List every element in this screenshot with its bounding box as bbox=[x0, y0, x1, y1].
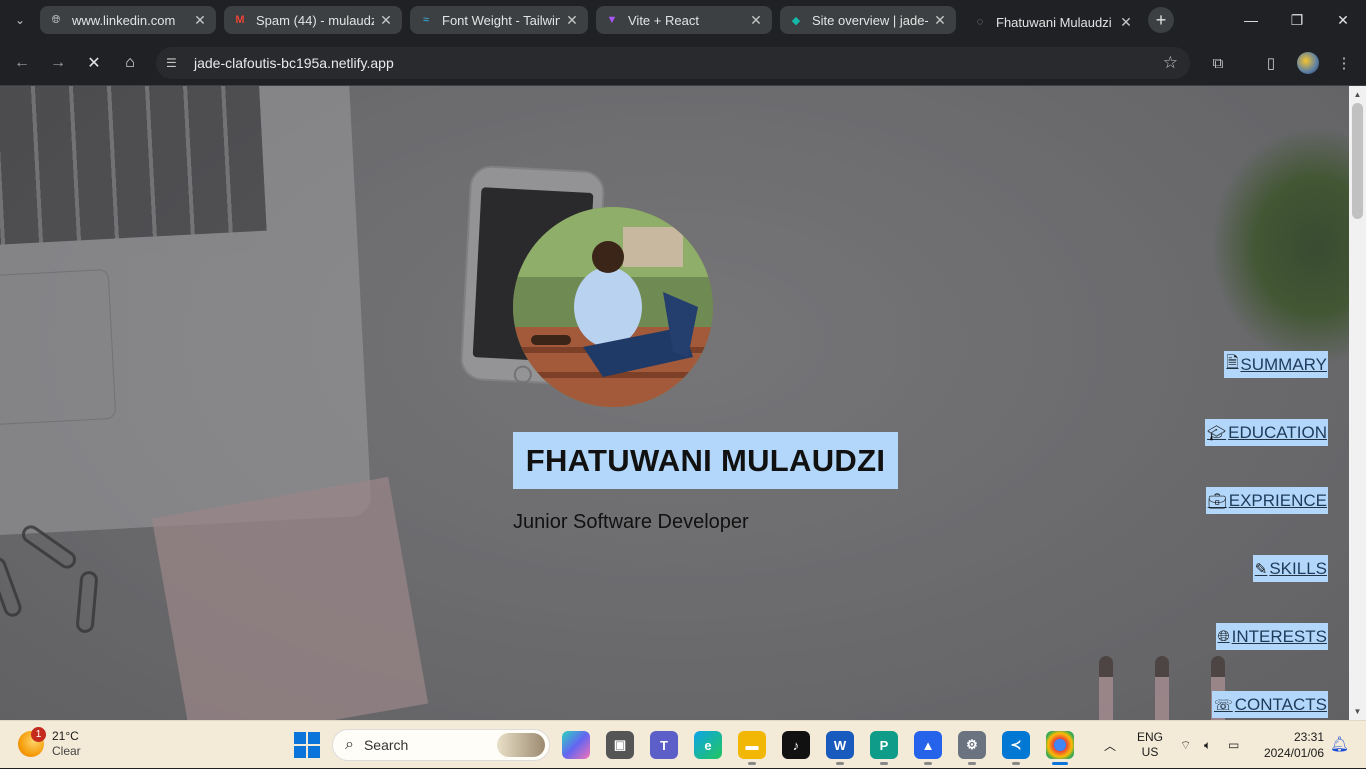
copilot-icon[interactable] bbox=[562, 731, 590, 759]
app-icon[interactable]: P bbox=[870, 731, 898, 765]
nav-link-interests[interactable]: 🌐︎ INTERESTS bbox=[1215, 623, 1328, 650]
browser-toolbar: ← → ✕ ⌂ ☰ jade-clafoutis-bc195a.netlify.… bbox=[0, 40, 1366, 86]
browser-chrome: ⌄ 🌐︎ www.linkedin.com ✕ M Spam (44) - mu… bbox=[0, 0, 1366, 86]
start-button[interactable] bbox=[294, 732, 320, 758]
tab-linkedin[interactable]: 🌐︎ www.linkedin.com ✕ bbox=[40, 6, 216, 34]
notification-badge: 1 bbox=[31, 727, 46, 742]
close-icon[interactable]: ✕ bbox=[564, 12, 580, 29]
profile-photo bbox=[513, 207, 713, 407]
background-desk-image bbox=[0, 86, 1349, 720]
document-icon: 🗎 bbox=[1226, 354, 1239, 371]
globe-icon: 🌐︎ bbox=[51, 13, 61, 26]
file-explorer-icon[interactable]: ▬ bbox=[738, 731, 766, 765]
close-icon[interactable]: ✕ bbox=[192, 12, 208, 29]
clock[interactable]: 23:31 2024/01/06 bbox=[1256, 729, 1324, 761]
edge-icon[interactable]: e bbox=[694, 731, 722, 759]
close-icon[interactable]: ✕ bbox=[1118, 14, 1134, 31]
notifications-bell-icon[interactable]: 🔔︎ bbox=[1330, 735, 1349, 753]
url-text: jade-clafoutis-bc195a.netlify.app bbox=[194, 55, 394, 71]
windows-taskbar: 1 21°C Clear ⌕ Search ▣ T e ▬ ♪ W P ▲ ⚙ … bbox=[0, 720, 1366, 768]
stop-loading-button[interactable]: ✕ bbox=[81, 50, 107, 76]
task-view-icon[interactable]: ▣ bbox=[606, 731, 634, 759]
page-viewport: FHATUWANI MULAUDZI Junior Software Devel… bbox=[0, 86, 1349, 720]
battery-icon[interactable]: ▭ bbox=[1228, 721, 1239, 769]
page-scrollbar[interactable]: ▲ ▼ bbox=[1349, 86, 1366, 720]
nav-link-skills[interactable]: ✎ SKILLS bbox=[1252, 555, 1328, 582]
vscode-icon[interactable]: ≺ bbox=[1002, 731, 1030, 765]
clock-time: 23:31 bbox=[1293, 730, 1324, 744]
globe-icon: 🌐︎ bbox=[1217, 628, 1230, 645]
new-tab-button[interactable]: + bbox=[1148, 7, 1174, 33]
job-title: Junior Software Developer bbox=[513, 511, 749, 533]
bookmark-star-icon[interactable]: ☆ bbox=[1163, 53, 1178, 73]
nav-link-experience[interactable]: 💼︎ EXPRIENCE bbox=[1205, 487, 1328, 514]
weather-sun-icon: 1 bbox=[18, 727, 46, 757]
tray-overflow-icon[interactable]: ︿ bbox=[1104, 721, 1116, 769]
tab-title: Site overview | jade-c bbox=[812, 12, 928, 28]
page-title: FHATUWANI MULAUDZI bbox=[525, 442, 886, 478]
tab-title: www.linkedin.com bbox=[72, 12, 176, 28]
tools-icon: ✎ bbox=[1254, 560, 1268, 578]
scrollbar-thumb[interactable] bbox=[1352, 103, 1363, 219]
tab-strip: ⌄ 🌐︎ www.linkedin.com ✕ M Spam (44) - mu… bbox=[0, 0, 1366, 40]
weather-widget[interactable]: 1 21°C Clear bbox=[18, 727, 81, 759]
settings-icon[interactable]: ⚙ bbox=[958, 731, 986, 765]
restore-button[interactable]: ❐ bbox=[1282, 8, 1312, 32]
tab-title: Font Weight - Tailwind bbox=[442, 12, 560, 28]
tiktok-icon[interactable]: ♪ bbox=[782, 731, 810, 759]
loading-icon: ◌ bbox=[976, 16, 984, 28]
close-icon[interactable]: ✕ bbox=[748, 12, 764, 29]
taskbar-search[interactable]: ⌕ Search bbox=[332, 729, 550, 761]
tab-title: Spam (44) - mulaudzi bbox=[256, 12, 374, 28]
nav-link-contacts[interactable]: ☏ CONTACTS bbox=[1211, 691, 1328, 718]
word-icon[interactable]: W bbox=[826, 731, 854, 765]
tailwind-icon: ≈ bbox=[422, 14, 430, 26]
wifi-icon[interactable]: ⌔ bbox=[1180, 721, 1191, 769]
language-indicator[interactable]: ENG US bbox=[1137, 721, 1163, 769]
side-panel-icon[interactable]: ▯ bbox=[1260, 52, 1282, 74]
search-placeholder: Search bbox=[363, 737, 409, 753]
tab-netlify[interactable]: ◆ Site overview | jade-c ✕ bbox=[780, 6, 956, 34]
minimize-button[interactable]: — bbox=[1236, 8, 1266, 32]
home-button[interactable]: ⌂ bbox=[117, 50, 143, 76]
extensions-icon[interactable]: ⧉ bbox=[1207, 52, 1229, 74]
tab-tailwind[interactable]: ≈ Font Weight - Tailwind ✕ bbox=[410, 6, 588, 34]
gmail-icon: M bbox=[235, 14, 245, 26]
address-book-icon: ☏ bbox=[1213, 696, 1233, 714]
close-icon[interactable]: ✕ bbox=[932, 12, 948, 29]
netlify-icon: ◆ bbox=[791, 14, 801, 27]
nav-link-summary[interactable]: 🗎 SUMMARY bbox=[1224, 351, 1328, 378]
clock-date: 2024/01/06 bbox=[1263, 746, 1324, 760]
tab-gmail[interactable]: M Spam (44) - mulaudzi ✕ bbox=[224, 6, 402, 34]
nav-link-education[interactable]: 🎓︎ EDUCATION bbox=[1205, 419, 1328, 446]
tab-portfolio[interactable]: ◌ Fhatuwani Mulaudzi ✕ bbox=[964, 4, 1142, 40]
site-info-icon[interactable]: ☰ bbox=[166, 56, 184, 70]
weather-condition: Clear bbox=[52, 744, 81, 758]
scroll-up-arrow-icon[interactable]: ▲ bbox=[1349, 86, 1366, 103]
chrome-icon[interactable] bbox=[1046, 731, 1074, 765]
search-highlight-image bbox=[497, 733, 545, 757]
briefcase-icon: 💼︎ bbox=[1207, 492, 1227, 510]
back-button[interactable]: ← bbox=[9, 50, 35, 76]
vite-icon: ▼ bbox=[606, 14, 618, 26]
tab-title: Vite + React bbox=[628, 12, 699, 28]
search-icon: ⌕ bbox=[345, 736, 354, 753]
close-window-button[interactable]: ✕ bbox=[1328, 8, 1358, 32]
teams-icon[interactable]: T bbox=[650, 731, 678, 759]
photos-icon[interactable]: ▲ bbox=[914, 731, 942, 765]
tab-title: Fhatuwani Mulaudzi bbox=[996, 14, 1112, 30]
close-icon[interactable]: ✕ bbox=[378, 12, 394, 29]
profile-avatar[interactable] bbox=[1297, 52, 1319, 74]
tab-vite[interactable]: ▼ Vite + React ✕ bbox=[596, 6, 772, 34]
address-bar[interactable]: ☰ jade-clafoutis-bc195a.netlify.app ☆ bbox=[156, 47, 1190, 79]
scroll-down-arrow-icon[interactable]: ▼ bbox=[1349, 703, 1366, 720]
tab-search-button[interactable]: ⌄ bbox=[8, 8, 32, 32]
forward-button[interactable]: → bbox=[45, 50, 71, 76]
menu-icon[interactable]: ⋮ bbox=[1333, 52, 1355, 74]
name-heading-box: FHATUWANI MULAUDZI bbox=[513, 432, 898, 489]
volume-icon[interactable]: 🔈︎ bbox=[1204, 721, 1211, 769]
weather-temp: 21°C bbox=[52, 729, 79, 743]
graduation-cap-icon: 🎓︎ bbox=[1207, 424, 1227, 442]
